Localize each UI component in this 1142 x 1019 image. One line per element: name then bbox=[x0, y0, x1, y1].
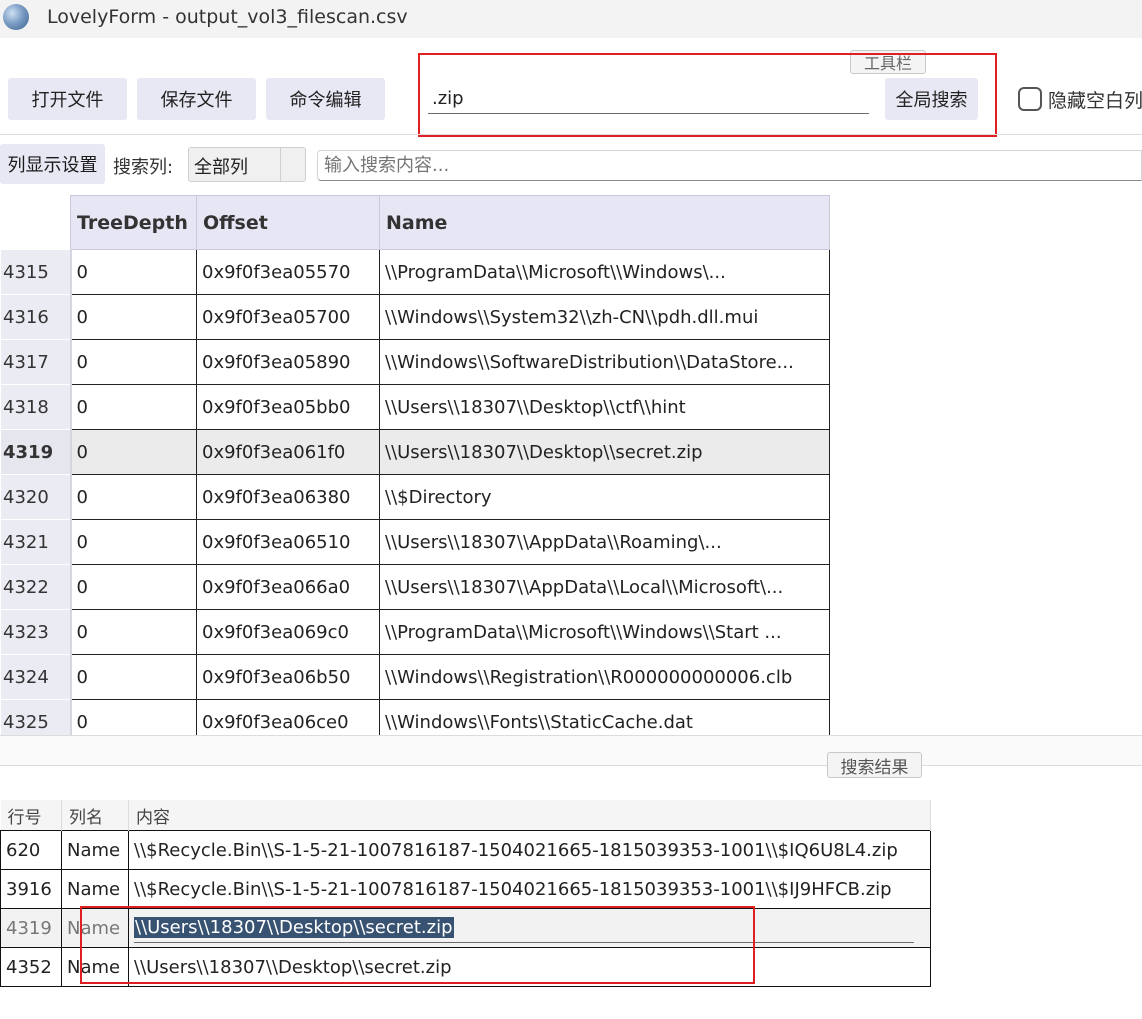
cell-offset[interactable]: 0x9f0f3ea06b50 bbox=[196, 654, 380, 700]
cell-treedepth[interactable]: 0 bbox=[70, 339, 197, 385]
cell-treedepth[interactable]: 0 bbox=[70, 609, 197, 655]
window-title: LovelyForm - output_vol3_filescan.csv bbox=[47, 6, 408, 28]
cell-name[interactable]: \\ProgramData\\Microsoft\\Windows\... bbox=[379, 249, 830, 295]
cell-treedepth[interactable]: 0 bbox=[70, 654, 197, 700]
hide-empty-columns-label[interactable]: 隐藏空白列 bbox=[1048, 86, 1142, 113]
result-column-name[interactable]: Name bbox=[61, 869, 129, 909]
cell-offset[interactable]: 0x9f0f3ea06510 bbox=[196, 519, 380, 565]
row-number[interactable]: 4320 bbox=[0, 474, 72, 520]
row-number[interactable]: 4317 bbox=[0, 339, 72, 385]
cell-treedepth[interactable]: 0 bbox=[70, 699, 197, 735]
row-number[interactable]: 4319 bbox=[0, 429, 72, 475]
search-results-groupbox-label: 搜索结果 bbox=[827, 752, 922, 778]
cell-treedepth[interactable]: 0 bbox=[70, 519, 197, 565]
table-row[interactable]: 4319 0 0x9f0f3ea061f0 \\Users\\18307\\Deskt… bbox=[0, 429, 830, 475]
cell-treedepth[interactable]: 0 bbox=[70, 474, 197, 520]
cell-offset[interactable]: 0x9f0f3ea05700 bbox=[196, 294, 380, 340]
cell-name[interactable]: \\Users\\18307\\AppData\\Local\\Microsof… bbox=[379, 564, 830, 610]
row-number[interactable]: 4324 bbox=[0, 654, 72, 700]
table-row[interactable]: 4325 0 0x9f0f3ea06ce0 \\Windows\\Fonts\\Sta… bbox=[0, 699, 830, 735]
result-line-number[interactable]: 4352 bbox=[0, 947, 62, 987]
main-data-table: TreeDepth Offset Name 4315 0 0x9f0f3ea0557… bbox=[0, 195, 832, 735]
row-number[interactable]: 4323 bbox=[0, 609, 72, 655]
results-header-line[interactable]: 行号 bbox=[0, 800, 62, 831]
cell-offset[interactable]: 0x9f0f3ea06380 bbox=[196, 474, 380, 520]
result-content[interactable]: \\$Recycle.Bin\\S-1-5-21-1007816187-1504… bbox=[128, 869, 931, 909]
table-row[interactable]: 4316 0 0x9f0f3ea05700 \\Windows\\System32\\… bbox=[0, 294, 830, 340]
column-header-name[interactable]: Name bbox=[379, 195, 830, 250]
panel-splitter[interactable] bbox=[0, 735, 1142, 766]
result-line-number[interactable]: 4319 bbox=[0, 908, 62, 948]
results-header-column[interactable]: 列名 bbox=[61, 800, 129, 831]
cell-name[interactable]: \\Windows\\System32\\zh-CN\\pdh.dll.mui bbox=[379, 294, 830, 340]
results-header-content[interactable]: 内容 bbox=[128, 800, 931, 831]
cell-name[interactable]: \\ProgramData\\Microsoft\\Windows\\Start… bbox=[379, 609, 830, 655]
result-content[interactable]: \\$Recycle.Bin\\S-1-5-21-1007816187-1504… bbox=[128, 830, 931, 870]
row-number[interactable]: 4321 bbox=[0, 519, 72, 565]
result-line-number[interactable]: 3916 bbox=[0, 869, 62, 909]
cell-treedepth[interactable]: 0 bbox=[70, 294, 197, 340]
cell-treedepth[interactable]: 0 bbox=[70, 249, 197, 295]
table-row[interactable]: 4321 0 0x9f0f3ea06510 \\Users\\18307\\AppDa… bbox=[0, 519, 830, 565]
cell-treedepth[interactable]: 0 bbox=[70, 564, 197, 610]
table-row[interactable]: 4320 0 0x9f0f3ea06380 \\$Directory bbox=[0, 474, 830, 520]
save-file-button[interactable]: 保存文件 bbox=[137, 78, 256, 120]
result-row[interactable]: 620 Name \\$Recycle.Bin\\S-1-5-21-10078161… bbox=[0, 830, 931, 870]
result-row[interactable]: 3916 Name \\$Recycle.Bin\\S-1-5-21-1007816… bbox=[0, 869, 931, 909]
row-number[interactable]: 4325 bbox=[0, 699, 72, 735]
cell-offset[interactable]: 0x9f0f3ea05bb0 bbox=[196, 384, 380, 430]
cell-name[interactable]: \\Windows\\Fonts\\StaticCache.dat bbox=[379, 699, 830, 735]
toolbar-divider bbox=[0, 134, 1142, 135]
cell-name[interactable]: \\Users\\18307\\AppData\\Roaming\... bbox=[379, 519, 830, 565]
cell-name[interactable]: \\Windows\\Registration\\R000000000006.c… bbox=[379, 654, 830, 700]
search-column-value: 全部列 bbox=[194, 157, 248, 178]
hide-empty-columns-checkbox[interactable] bbox=[1018, 87, 1042, 111]
table-corner[interactable] bbox=[0, 195, 71, 250]
chevron-down-icon[interactable] bbox=[280, 147, 306, 182]
table-row[interactable]: 4317 0 0x9f0f3ea05890 \\Windows\\SoftwareDi… bbox=[0, 339, 830, 385]
cell-name[interactable]: \\$Directory bbox=[379, 474, 830, 520]
row-number[interactable]: 4316 bbox=[0, 294, 72, 340]
cell-treedepth[interactable]: 0 bbox=[70, 384, 197, 430]
highlight-box-results bbox=[80, 906, 755, 984]
cell-offset[interactable]: 0x9f0f3ea066a0 bbox=[196, 564, 380, 610]
row-number[interactable]: 4318 bbox=[0, 384, 72, 430]
cell-treedepth[interactable]: 0 bbox=[70, 429, 197, 475]
column-header-treedepth[interactable]: TreeDepth bbox=[70, 195, 197, 250]
app-icon bbox=[3, 4, 29, 30]
cell-offset[interactable]: 0x9f0f3ea05890 bbox=[196, 339, 380, 385]
result-line-number[interactable]: 620 bbox=[0, 830, 62, 870]
row-number[interactable]: 4322 bbox=[0, 564, 72, 610]
search-column-label: 搜索列: bbox=[113, 157, 174, 178]
column-settings-button[interactable]: 列显示设置 bbox=[0, 144, 105, 184]
table-row[interactable]: 4318 0 0x9f0f3ea05bb0 \\Users\\18307\\Deskt… bbox=[0, 384, 830, 430]
open-file-button[interactable]: 打开文件 bbox=[8, 78, 127, 120]
column-header-offset[interactable]: Offset bbox=[196, 195, 380, 250]
cell-name[interactable]: \\Users\\18307\\Desktop\\secret.zip bbox=[379, 429, 830, 475]
table-row[interactable]: 4323 0 0x9f0f3ea069c0 \\ProgramData\\Micros… bbox=[0, 609, 830, 655]
cell-offset[interactable]: 0x9f0f3ea069c0 bbox=[196, 609, 380, 655]
cell-offset[interactable]: 0x9f0f3ea061f0 bbox=[196, 429, 380, 475]
row-number[interactable]: 4315 bbox=[0, 249, 72, 295]
cell-offset[interactable]: 0x9f0f3ea06ce0 bbox=[196, 699, 380, 735]
table-row[interactable]: 4322 0 0x9f0f3ea066a0 \\Users\\18307\\AppDa… bbox=[0, 564, 830, 610]
result-column-name[interactable]: Name bbox=[61, 830, 129, 870]
command-edit-button[interactable]: 命令编辑 bbox=[266, 78, 385, 120]
cell-offset[interactable]: 0x9f0f3ea05570 bbox=[196, 249, 380, 295]
table-row[interactable]: 4315 0 0x9f0f3ea05570 \\ProgramData\\Micros… bbox=[0, 249, 830, 295]
cell-name[interactable]: \\Users\\18307\\Desktop\\ctf\\hint bbox=[379, 384, 830, 430]
table-row[interactable]: 4324 0 0x9f0f3ea06b50 \\Windows\\Registrati… bbox=[0, 654, 830, 700]
highlight-box-search bbox=[418, 53, 997, 137]
filter-search-input[interactable] bbox=[317, 150, 1142, 181]
cell-name[interactable]: \\Windows\\SoftwareDistribution\\DataSto… bbox=[379, 339, 830, 385]
